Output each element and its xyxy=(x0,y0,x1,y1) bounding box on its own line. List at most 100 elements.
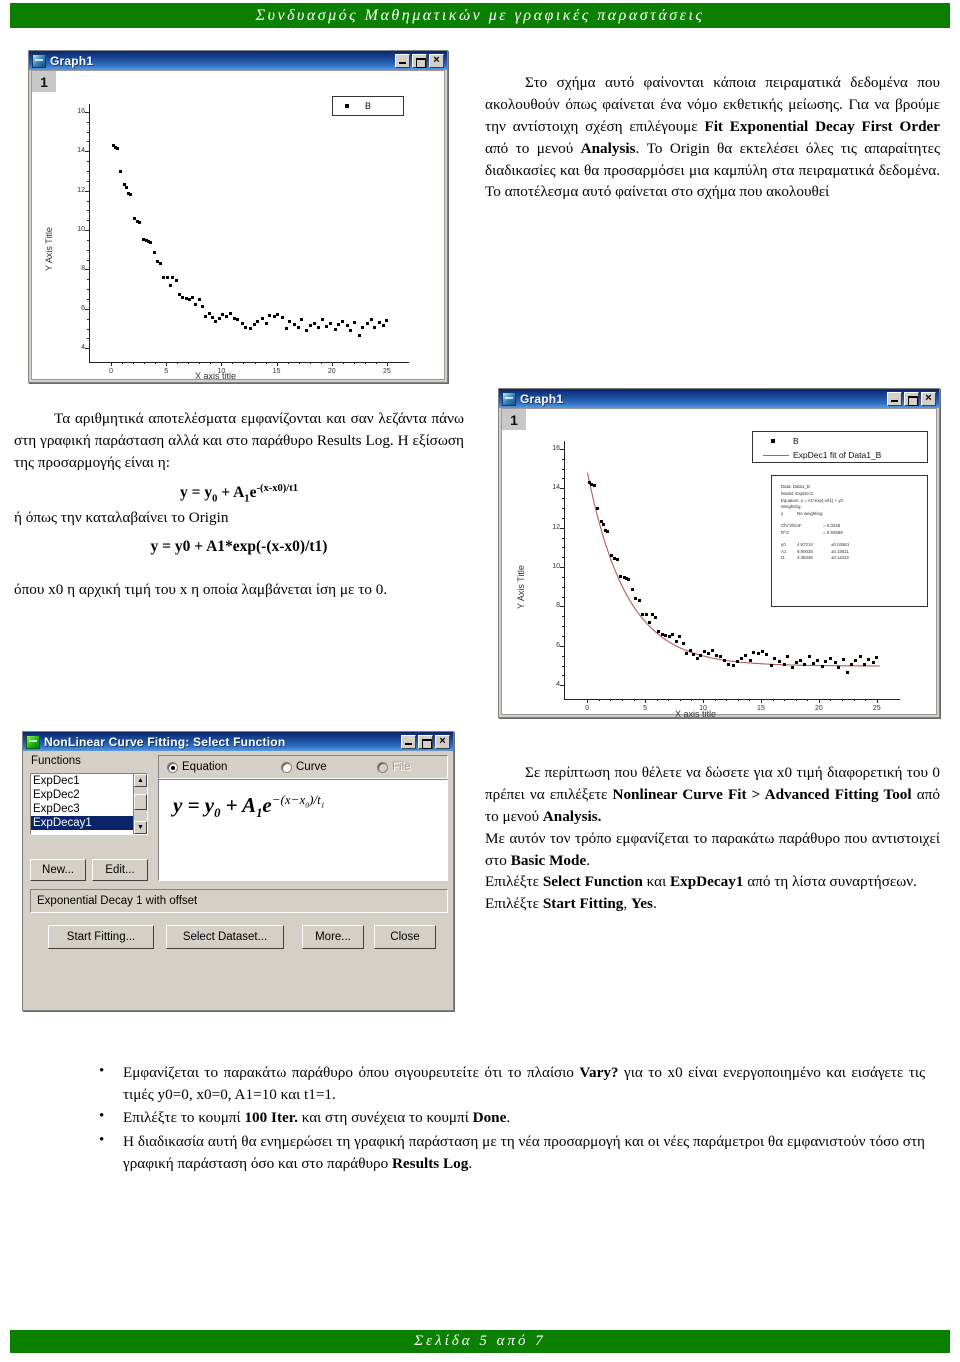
y-minor-tick xyxy=(562,507,564,509)
y-minor-tick xyxy=(87,338,89,340)
graph1-window-controls[interactable]: × xyxy=(395,53,445,68)
adv-bold-expdecay1: ExpDecay1 xyxy=(669,873,744,891)
x-minor-tick xyxy=(737,699,739,701)
y-axis-line xyxy=(89,104,90,362)
y-tick xyxy=(85,308,89,310)
start-fitting-button[interactable]: Start Fitting... xyxy=(48,925,154,949)
maximize-button[interactable] xyxy=(418,734,433,749)
scrollbar-thumb[interactable] xyxy=(134,794,147,810)
data-point xyxy=(833,661,837,664)
radio-curve-dot[interactable] xyxy=(281,761,292,773)
select-dataset-button[interactable]: Select Dataset... xyxy=(166,925,284,949)
data-point xyxy=(316,325,320,329)
data-point xyxy=(341,320,345,323)
edit-function-button[interactable]: Edit... xyxy=(92,859,148,881)
data-point xyxy=(138,220,142,224)
x-minor-tick xyxy=(749,699,751,701)
graph1-title: Graph1 xyxy=(50,53,94,68)
advanced-fitting-paragraph: Σε περίπτωση που θέλετε να δώσετε για x0… xyxy=(485,762,940,915)
minimize-button[interactable] xyxy=(401,734,416,749)
function-list-item[interactable]: ExpDecay1 xyxy=(31,816,133,830)
function-description-field: Exponential Decay 1 with offset xyxy=(30,889,448,913)
functions-label: Functions xyxy=(31,755,81,767)
data-point xyxy=(681,642,685,646)
functions-listbox[interactable]: ExpDec1 ExpDec2 ExpDec3 ExpDecay1 ▲ ▼ xyxy=(30,773,148,835)
function-list-item[interactable]: ExpDec3 xyxy=(31,802,133,816)
radio-equation-label: Equation xyxy=(182,761,228,773)
x-tick xyxy=(166,362,168,366)
data-point xyxy=(152,251,156,255)
data-point xyxy=(324,324,328,328)
adv-text-c1: Επιλέξτε xyxy=(485,873,543,891)
function-list-item[interactable]: ExpDec1 xyxy=(31,774,133,788)
data-point xyxy=(671,633,675,637)
adv-text-d3: , xyxy=(623,895,631,913)
bullet-text: Εμφανίζεται το παρακάτω παράθυρο όπου σι… xyxy=(123,1064,580,1081)
x-minor-tick xyxy=(865,699,867,701)
more-button[interactable]: More... xyxy=(302,925,364,949)
graph1-canvas[interactable]: 1 B 4 6 8 10 12 14 16 0 5 10 15 20 25 X axis title Y… xyxy=(31,70,445,381)
radio-equation-dot[interactable] xyxy=(167,761,178,773)
function-list-item[interactable]: ExpDec2 xyxy=(31,788,133,802)
data-point xyxy=(627,578,631,582)
bullet-text: . xyxy=(506,1109,511,1127)
data-point xyxy=(265,322,269,325)
dialog-titlebar[interactable]: NonLinear Curve Fitting: Select Function… xyxy=(23,732,453,751)
graph1-window[interactable]: Graph1 × 1 B 4 6 8 10 12 14 16 0 5 10 15 20 25 X axi… xyxy=(28,50,448,383)
data-point xyxy=(191,296,195,300)
data-point xyxy=(256,320,260,323)
x-tick xyxy=(221,362,223,366)
bullet-emphasis: Vary? xyxy=(579,1064,619,1081)
data-point xyxy=(765,653,769,657)
functions-scrollbar[interactable]: ▲ ▼ xyxy=(133,774,147,834)
results-text-p1: Τα αριθμητικά αποτελέσματα εμφανίζονται … xyxy=(14,410,464,471)
minimize-button[interactable] xyxy=(887,391,902,406)
function-description: Exponential Decay 1 with offset xyxy=(37,895,198,907)
x-minor-tick xyxy=(633,699,635,701)
scroll-up-icon[interactable]: ▲ xyxy=(134,774,147,787)
radio-equation[interactable]: Equation xyxy=(167,761,227,773)
data-point xyxy=(726,662,730,666)
bullet-item: Εμφανίζεται το παρακάτω παράθυρο όπου σι… xyxy=(95,1061,925,1106)
graph2-window-controls[interactable]: × xyxy=(887,391,937,406)
graph1-titlebar[interactable]: Graph1 × xyxy=(29,51,447,70)
data-point xyxy=(129,193,133,196)
x-tick xyxy=(276,362,278,366)
data-point xyxy=(300,318,304,322)
results-paragraph: Τα αριθμητικά αποτελέσματα εμφανίζονται … xyxy=(14,408,464,601)
minimize-button[interactable] xyxy=(395,53,410,68)
y-minor-tick xyxy=(562,537,564,539)
close-button[interactable]: Close xyxy=(374,925,436,949)
x-minor-tick xyxy=(772,699,774,701)
scroll-down-icon[interactable]: ▼ xyxy=(134,821,147,834)
page-footer-banner: Σελίδα 5 από 7 xyxy=(10,1330,950,1353)
dialog-window-controls[interactable]: × xyxy=(401,734,451,749)
graph2-canvas[interactable]: 1 B ExpDec1 fit of Data1_B Data: Data1_B M… xyxy=(501,408,937,719)
x-minor-tick xyxy=(243,362,245,364)
y-minor-tick xyxy=(562,616,564,618)
maximize-button[interactable] xyxy=(904,391,919,406)
x-tick xyxy=(386,362,388,366)
radio-curve-label: Curve xyxy=(296,761,327,773)
graph2-titlebar[interactable]: Graph1 × xyxy=(499,389,939,408)
data-point xyxy=(197,298,201,302)
y-tick-label: 4 xyxy=(81,344,85,352)
nonlinear-curve-fitting-dialog[interactable]: NonLinear Curve Fitting: Select Function… xyxy=(22,731,454,1011)
graph1-x-axis-title: X axis title xyxy=(195,371,237,381)
graph2-window[interactable]: Graph1 × 1 B ExpDec1 fit of Data1_B Data:… xyxy=(498,388,940,719)
radio-curve[interactable]: Curve xyxy=(281,761,327,773)
data-point xyxy=(731,663,735,667)
data-point xyxy=(849,662,853,666)
close-icon[interactable]: × xyxy=(429,53,444,68)
close-icon[interactable]: × xyxy=(435,734,450,749)
y-tick-label: 16 xyxy=(552,444,560,452)
maximize-button[interactable] xyxy=(412,53,427,68)
data-point xyxy=(194,303,198,307)
x-minor-tick xyxy=(807,699,809,701)
new-function-button[interactable]: New... xyxy=(30,859,86,881)
y-minor-tick xyxy=(562,596,564,598)
data-point xyxy=(382,324,385,327)
x-tick-label: 5 xyxy=(643,705,648,712)
y-minor-tick xyxy=(562,468,564,470)
close-icon[interactable]: × xyxy=(921,391,936,406)
